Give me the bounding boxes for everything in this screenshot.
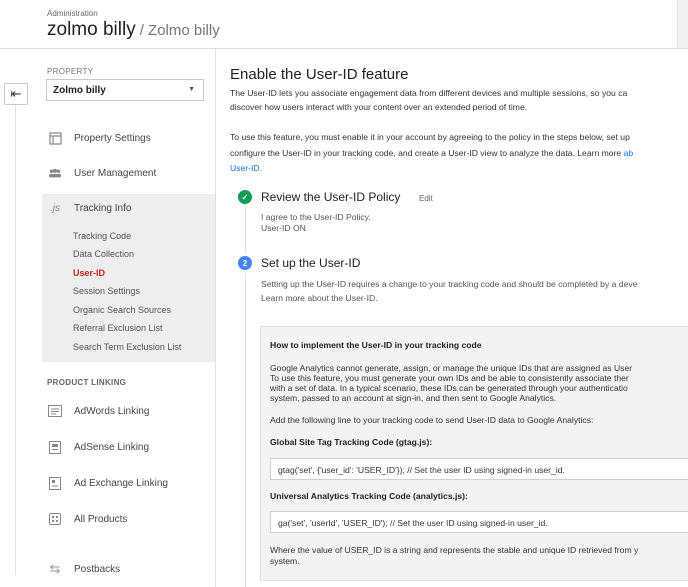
learn-more-link[interactable]: ab bbox=[624, 148, 634, 158]
sidebar-subitem-data-collection[interactable]: Data Collection bbox=[73, 249, 134, 259]
intro-line-2: discover how users interact with your co… bbox=[230, 102, 528, 112]
sidebar-subitem-user-id[interactable]: User-ID bbox=[73, 268, 105, 278]
chevron-down-icon: ▼ bbox=[188, 86, 195, 93]
use-line-1: To use this feature, you must enable it … bbox=[230, 132, 630, 142]
step-connector bbox=[245, 207, 246, 254]
all-products-icon bbox=[48, 512, 62, 526]
howto-text-3: with a set of data. In a typical scenari… bbox=[270, 383, 628, 393]
intro-line-1: The User-ID lets you associate engagemen… bbox=[230, 88, 628, 98]
step1-line-1: I agree to the User-ID Policy. bbox=[261, 212, 371, 222]
step2-title: Set up the User-ID bbox=[261, 256, 361, 270]
sidebar-item-label: Ad Exchange Linking bbox=[74, 477, 168, 489]
sidebar-subitem-search-term-exclusion-list[interactable]: Search Term Exclusion List bbox=[73, 342, 181, 352]
admin-label: Administration bbox=[47, 9, 98, 18]
adwords-icon bbox=[48, 404, 62, 418]
account-name[interactable]: zolmo billy bbox=[47, 19, 136, 40]
where-line-1: Where the value of USER_ID is a string a… bbox=[270, 545, 639, 555]
gtag-code: gtag('set', {'user_id': 'USER_ID'}); // … bbox=[278, 465, 565, 475]
postbacks-icon: ⇆ bbox=[49, 561, 61, 576]
scrollbar-top[interactable] bbox=[677, 0, 688, 48]
property-sidebar: PROPERTY Zolmo billy ▼ Property Settings… bbox=[42, 49, 216, 587]
sidebar-item-postbacks[interactable]: ⇆ Postbacks bbox=[42, 555, 215, 583]
step-number-badge: 2 bbox=[238, 256, 252, 270]
left-rail: ⇤ bbox=[0, 49, 42, 587]
sidebar-item-all-products[interactable]: All Products bbox=[42, 505, 215, 533]
howto-text-1: Google Analytics cannot generate, assign… bbox=[270, 363, 633, 373]
use-line-3: User-ID. bbox=[230, 162, 688, 174]
sidebar-subitem-organic-search-sources[interactable]: Organic Search Sources bbox=[73, 305, 171, 315]
sidebar-subitem-tracking-code[interactable]: Tracking Code bbox=[73, 231, 131, 241]
step-connector bbox=[245, 273, 246, 587]
step2-line-1: Setting up the User-ID requires a change… bbox=[261, 279, 638, 289]
product-linking-label: PRODUCT LINKING bbox=[47, 378, 127, 387]
edit-policy-link[interactable]: Edit bbox=[419, 194, 433, 203]
page-header: Administration zolmo billy / Zolmo billy bbox=[0, 0, 688, 49]
sidebar-item-tracking-info[interactable]: .js Tracking Info bbox=[42, 194, 215, 222]
sidebar-item-label: User Management bbox=[74, 167, 157, 179]
howto-text-4: system, passed to an account at sign-in,… bbox=[270, 393, 557, 403]
step1-title: Review the User-ID Policy bbox=[261, 190, 401, 204]
howto-title: How to implement the User-ID in your tra… bbox=[270, 340, 482, 350]
property-label: PROPERTY bbox=[47, 67, 94, 76]
howto-panel: How to implement the User-ID in your tra… bbox=[260, 326, 688, 581]
adexchange-icon bbox=[48, 476, 62, 490]
property-breadcrumb[interactable]: / Zolmo billy bbox=[140, 22, 220, 39]
gtag-label: Global Site Tag Tracking Code (gtag.js): bbox=[270, 437, 433, 447]
sidebar-item-label: All Products bbox=[74, 513, 128, 525]
sidebar-item-label: AdWords Linking bbox=[74, 405, 150, 417]
where-line-2: system. bbox=[270, 556, 300, 566]
gtag-code-box[interactable]: gtag('set', {'user_id': 'USER_ID'}); // … bbox=[270, 458, 688, 480]
sidebar-item-label: Tracking Info bbox=[74, 202, 132, 214]
js-icon: .js bbox=[50, 202, 60, 214]
sidebar-item-label: Property Settings bbox=[74, 132, 151, 144]
sidebar-subitem-referral-exclusion-list[interactable]: Referral Exclusion List bbox=[73, 323, 163, 333]
sidebar-item-label: AdSense Linking bbox=[74, 441, 150, 453]
users-icon bbox=[48, 166, 62, 180]
sidebar-item-label: Postbacks bbox=[74, 563, 121, 575]
howto-add-line: Add the following line to your tracking … bbox=[270, 415, 594, 425]
back-arrow-icon: ⇤ bbox=[10, 86, 22, 101]
sidebar-item-ad-exchange-linking[interactable]: Ad Exchange Linking bbox=[42, 469, 215, 497]
user-id-link[interactable]: User-ID. bbox=[230, 163, 262, 173]
adsense-icon bbox=[48, 440, 62, 454]
rail-divider bbox=[15, 105, 16, 575]
sidebar-subitem-session-settings[interactable]: Session Settings bbox=[73, 286, 140, 296]
ua-code-box[interactable]: ga('set', 'userId', 'USER_ID'); // Set t… bbox=[270, 511, 688, 533]
ua-label: Universal Analytics Tracking Code (analy… bbox=[270, 491, 468, 501]
howto-text-2: To use this feature, you must generate y… bbox=[270, 373, 629, 383]
back-button[interactable]: ⇤ bbox=[4, 83, 28, 105]
property-settings-icon bbox=[48, 131, 62, 145]
sidebar-item-user-management[interactable]: User Management bbox=[42, 159, 215, 187]
learn-more-user-id-text[interactable]: Learn more about the User-ID. bbox=[261, 293, 378, 304]
sidebar-item-adwords-linking[interactable]: AdWords Linking bbox=[42, 397, 215, 425]
account-title: zolmo billy / Zolmo billy bbox=[47, 19, 220, 41]
step1-status: User-ID ON bbox=[261, 223, 306, 233]
checkmark-icon: ✓ bbox=[238, 190, 252, 204]
property-select[interactable]: Zolmo billy ▼ bbox=[46, 79, 204, 101]
sidebar-item-property-settings[interactable]: Property Settings bbox=[42, 124, 215, 152]
main-content: Enable the User-ID feature The User-ID l… bbox=[216, 49, 688, 587]
use-line-2: configure the User-ID in your tracking c… bbox=[230, 147, 688, 159]
ua-code: ga('set', 'userId', 'USER_ID'); // Set t… bbox=[278, 518, 548, 528]
sidebar-item-adsense-linking[interactable]: AdSense Linking bbox=[42, 433, 215, 461]
property-select-value: Zolmo billy bbox=[53, 85, 106, 96]
use-line-2-text: configure the User-ID in your tracking c… bbox=[230, 148, 624, 158]
page-title: Enable the User-ID feature bbox=[230, 66, 409, 83]
